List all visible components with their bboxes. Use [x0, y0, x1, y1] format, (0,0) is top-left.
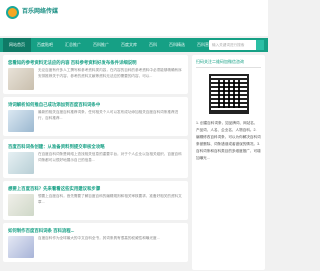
- nav-item-baike-promo[interactable]: 百科推广: [87, 38, 115, 52]
- article-item: 您看知的参考资料无法应的内容 百科参考资料好发布条件详细说明 无论百度有许多人工…: [3, 55, 188, 94]
- site-header: 百乐网络传媒: [0, 0, 268, 36]
- article-thumbnail[interactable]: [8, 110, 34, 132]
- nav-item-wenku[interactable]: 百度文库: [115, 38, 143, 52]
- nav-item-home[interactable]: 网站首页: [3, 38, 31, 52]
- nav-item-baike[interactable]: 百科: [143, 38, 163, 52]
- article-title[interactable]: 如何制作百度百科词条 百科流程...: [8, 227, 183, 234]
- nav-item-baike-picks[interactable]: 百科精选: [163, 38, 191, 52]
- logo-icon: [6, 6, 19, 19]
- article-thumbnail[interactable]: [8, 68, 34, 90]
- article-excerpt: 想要上百度百科，首先需要了解百度百科的编辑规则和相关审核要求，准备好相关的资料文…: [38, 194, 182, 204]
- article-item: 百度百科词条创建：从准备资料到提交审核全攻略 在百度百科词条是网络上查找相关信息…: [3, 139, 188, 178]
- article-title[interactable]: 百度百科词条创建：从准备资料到提交审核全攻略: [8, 143, 183, 150]
- article-title[interactable]: 诗词解析如何推自己成功添加到百度百科词条中: [8, 101, 183, 108]
- article-thumbnail[interactable]: [8, 194, 34, 216]
- article-item: 如何制作百度百科词条 百科流程... 百度百科作为全球最大的中文百科全书，其词条…: [3, 223, 188, 262]
- sidebar-title: 扫码关注二维码加微信咨询: [196, 59, 261, 68]
- article-excerpt: 最新的相关百度百科推荐词条，任何相关个人可以发布成功添加相关百度百科词条推荐进行…: [38, 110, 179, 120]
- article-list: 您看知的参考资料无法应的内容 百科参考资料好发布条件详细说明 无论百度有许多人工…: [3, 55, 188, 265]
- article-item: 诗词解析如何推自己成功添加到百度百科词条中 最新的相关百度百科推荐词条，任何相关…: [3, 97, 188, 136]
- article-excerpt: 百度百科作为全球最大的中文百科全书，其词条具有很高的权威性和曝光度...: [38, 236, 160, 240]
- article-title[interactable]: 想要上百度百科？先来看看这些实用建议和步骤: [8, 185, 183, 192]
- article-item: 想要上百度百科？先来看看这些实用建议和步骤 想要上百度百科，首先需要了解百度百科…: [3, 181, 188, 220]
- site-name: 百乐网络传媒: [22, 9, 59, 15]
- nav-item-tieba[interactable]: 百度贴吧: [31, 38, 59, 52]
- article-thumbnail[interactable]: [8, 236, 34, 258]
- qr-code-icon: [208, 74, 249, 114]
- article-excerpt: 在百度百科词条是网络上查找相关信息的重要平台，对于个人企业以及相关组织，百度百科…: [38, 152, 182, 162]
- article-title[interactable]: 您看知的参考资料无法应的内容 百科参考资料好发布条件详细说明: [8, 59, 183, 66]
- nav-item-summary[interactable]: 汇总推广: [59, 38, 87, 52]
- search-button[interactable]: [256, 40, 264, 50]
- sidebar: 扫码关注二维码加微信咨询 1. 创建百科词条，如品牌词、网站名、产品词、人名、企…: [192, 55, 265, 270]
- sidebar-text: 1. 创建百科词条，如品牌词、网站名、产品词、人名、企业名、人物百科。2. 编辑…: [196, 121, 261, 160]
- article-thumbnail[interactable]: [8, 152, 34, 174]
- article-excerpt: 无论百度有许多人工撰写和参考资料类内容，在内容的百科的参考资料中必须能够精确有序…: [38, 68, 182, 78]
- site-logo[interactable]: 百乐网络传媒: [6, 6, 58, 19]
